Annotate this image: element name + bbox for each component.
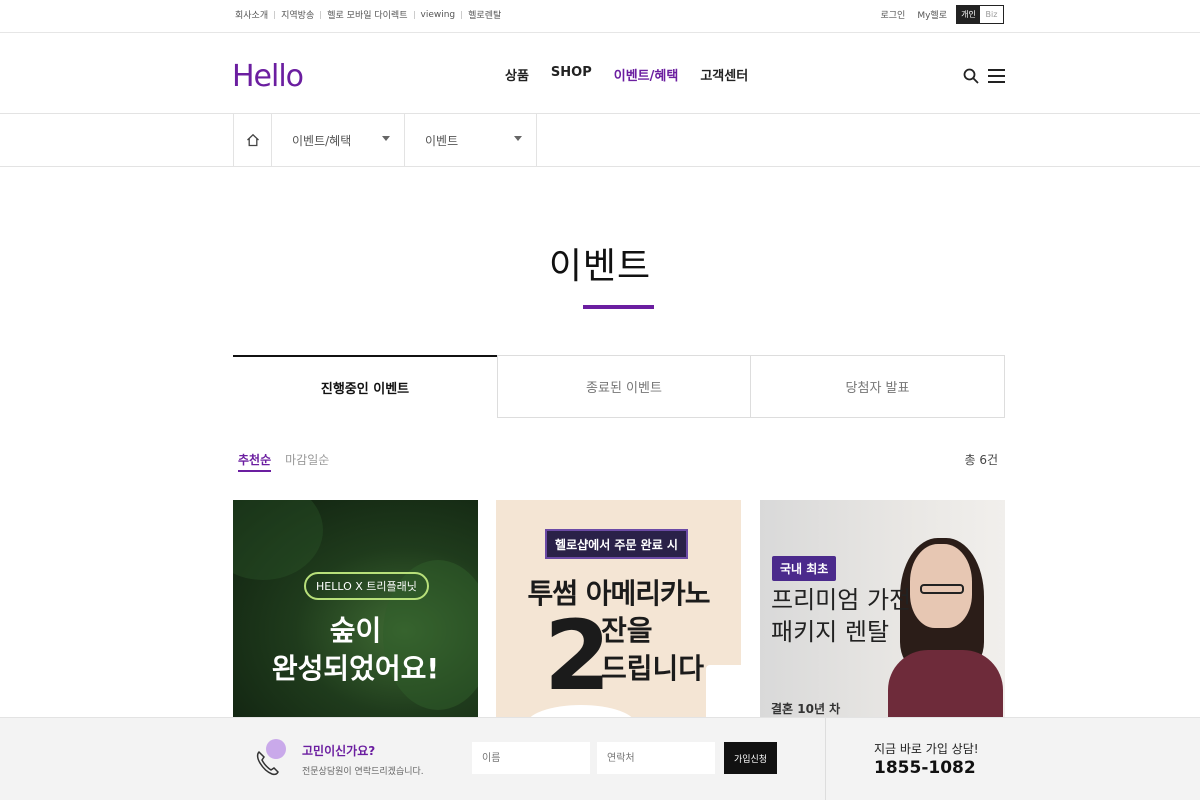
- util-link-local-broadcast[interactable]: 지역방송: [275, 8, 320, 21]
- divider: [825, 718, 826, 800]
- main-nav: 상품 SHOP 이벤트/혜택 고객센터: [505, 65, 748, 84]
- breadcrumb-select-page-label: 이벤트: [425, 133, 459, 148]
- consult-description: 전문상담원이 연락드리겠습니다.: [302, 767, 424, 777]
- event-tabs: 진행중인 이벤트 종료된 이벤트 당첨자 발표: [233, 355, 1005, 418]
- total-count: 총 6건: [964, 453, 998, 467]
- hamburger-menu-icon[interactable]: [988, 69, 1005, 83]
- coffee-cup-image: [706, 665, 741, 718]
- title-underline: [583, 305, 654, 309]
- tab-ongoing[interactable]: 진행중인 이벤트: [233, 355, 497, 418]
- breadcrumb: 이벤트/혜택 이벤트: [0, 114, 1200, 167]
- logo[interactable]: Hello: [232, 59, 304, 94]
- util-link-company[interactable]: 회사소개: [233, 8, 274, 21]
- card-badge: 국내 최초: [772, 556, 837, 581]
- util-link-viewing[interactable]: viewing: [415, 10, 462, 20]
- toggle-biz[interactable]: Biz: [980, 6, 1003, 23]
- card-subline-2: 드립니다: [601, 652, 705, 685]
- phone-input[interactable]: [597, 742, 715, 774]
- card-headline-line1: 숲이: [329, 614, 382, 647]
- home-icon: [246, 133, 259, 147]
- apply-button[interactable]: 가입신청: [724, 742, 777, 774]
- util-link-mobile-direct[interactable]: 헬로 모바일 다이렉트: [321, 8, 413, 21]
- caret-down-icon: [514, 136, 522, 141]
- utility-bar-inner: 회사소개 지역방송 헬로 모바일 다이렉트 viewing 헬로렌탈 로그인 M…: [233, 0, 1004, 33]
- model-photo-body: [888, 650, 1003, 718]
- pine-decoration: [233, 500, 323, 580]
- card-subline-1: 잔을: [601, 614, 653, 647]
- header: Hello 상품 SHOP 이벤트/혜택 고객센터: [0, 33, 1200, 114]
- nav-shop[interactable]: SHOP: [551, 65, 592, 84]
- call-label: 지금 바로 가입 상담!: [874, 742, 979, 756]
- toggle-personal[interactable]: 개인: [957, 6, 980, 23]
- nav-support[interactable]: 고객센터: [700, 65, 748, 84]
- breadcrumb-select-category-label: 이벤트/혜택: [292, 133, 352, 148]
- page-title: 이벤트: [548, 246, 652, 287]
- nav-events[interactable]: 이벤트/혜택: [614, 65, 679, 84]
- sort-deadline[interactable]: 마감일순: [285, 451, 329, 472]
- home-button[interactable]: [233, 114, 272, 166]
- search-icon[interactable]: [963, 68, 979, 84]
- consultation-bar: 고민이신가요? 전문상담원이 연락드리겠습니다. 가입신청 지금 바로 가입 상…: [0, 717, 1200, 800]
- tab-ended[interactable]: 종료된 이벤트: [497, 355, 751, 418]
- nav-products[interactable]: 상품: [505, 65, 529, 84]
- card-headline-line2: 완성되었어요!: [271, 652, 440, 685]
- card-headline: 투썸 아메리카노: [527, 577, 710, 610]
- page: 회사소개 지역방송 헬로 모바일 다이렉트 viewing 헬로렌탈 로그인 M…: [0, 0, 1200, 800]
- name-input[interactable]: [472, 742, 590, 774]
- card-subline: 잔을 드립니다: [601, 612, 704, 688]
- card-headline-line1: 프리미엄 가전: [771, 586, 912, 614]
- card-headline: 프리미엄 가전 패키지 렌탈: [771, 584, 911, 648]
- event-card-forest[interactable]: HELLO X 트리플래닛 숲이 완성되었어요!: [233, 500, 478, 718]
- chat-bubble-icon: [266, 739, 286, 759]
- login-link[interactable]: 로그인: [875, 8, 912, 21]
- utility-links: 회사소개 지역방송 헬로 모바일 다이렉트 viewing 헬로렌탈: [233, 8, 507, 22]
- utility-account: 로그인 My헬로 개인 Biz: [875, 5, 1004, 24]
- my-hello-link[interactable]: My헬로: [911, 8, 953, 21]
- call-number[interactable]: 1855-1082: [874, 758, 976, 778]
- customer-type-toggle: 개인 Biz: [956, 5, 1004, 24]
- card-headline: 숲이 완성되었어요!: [233, 612, 478, 688]
- breadcrumb-select-category[interactable]: 이벤트/혜택: [272, 114, 405, 166]
- card-badge: HELLO X 트리플래닛: [304, 572, 429, 600]
- card-headline-line2: 패키지 렌탈: [771, 618, 890, 646]
- consult-question: 고민이신가요?: [302, 744, 376, 758]
- breadcrumb-select-page[interactable]: 이벤트: [405, 114, 537, 166]
- event-card-americano[interactable]: 헬로샵에서 주문 완료 시 투썸 아메리카노 2 잔을 드립니다: [496, 500, 741, 718]
- tab-winners[interactable]: 당첨자 발표: [751, 355, 1005, 418]
- utility-bar: 회사소개 지역방송 헬로 모바일 다이렉트 viewing 헬로렌탈 로그인 M…: [0, 0, 1200, 33]
- card-label: 헬로샵에서 주문 완료 시: [545, 529, 688, 559]
- sort-options: 추천순 마감일순: [238, 451, 329, 472]
- util-link-rental[interactable]: 헬로렌탈: [462, 8, 507, 21]
- model-photo-glasses: [920, 584, 964, 594]
- card-subtext: 결혼 10년 차: [771, 702, 841, 716]
- event-card-premium-rental[interactable]: 국내 최초 프리미엄 가전 패키지 렌탈 결혼 10년 차: [760, 500, 1005, 718]
- caret-down-icon: [382, 136, 390, 141]
- sort-recommended[interactable]: 추천순: [238, 451, 272, 472]
